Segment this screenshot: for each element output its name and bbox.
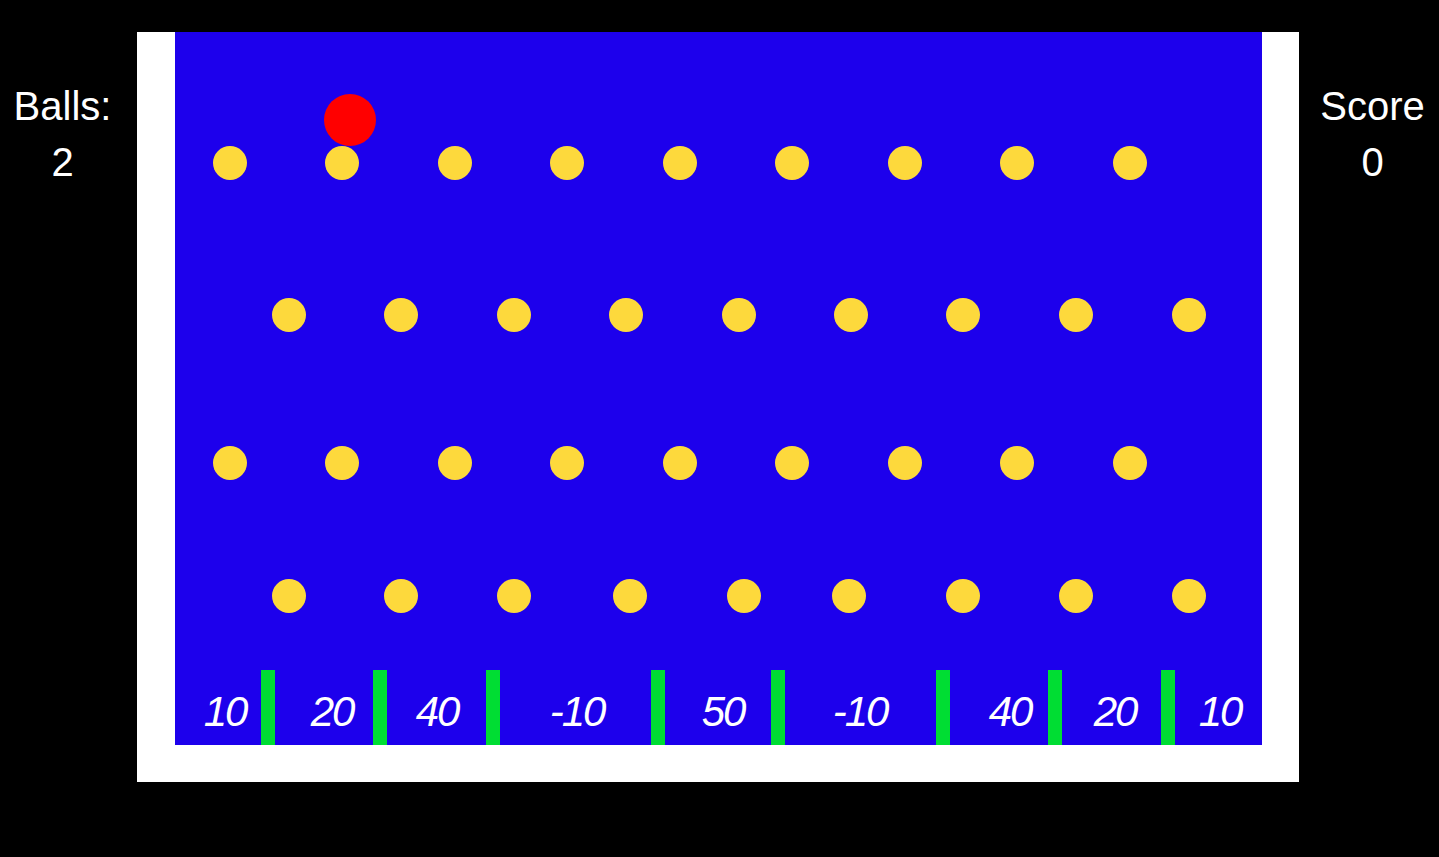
- peg: [438, 146, 472, 180]
- peg: [888, 446, 922, 480]
- peg: [272, 579, 306, 613]
- peg: [550, 146, 584, 180]
- peg: [1172, 579, 1206, 613]
- peg: [775, 446, 809, 480]
- peg: [438, 446, 472, 480]
- peg: [946, 298, 980, 332]
- score-value: 0: [1361, 134, 1383, 190]
- peg: [325, 146, 359, 180]
- peg: [325, 446, 359, 480]
- peg: [497, 579, 531, 613]
- peg: [946, 579, 980, 613]
- slot-label: 50: [673, 687, 773, 737]
- peg: [1113, 146, 1147, 180]
- slot-divider: [936, 670, 950, 745]
- slot-divider: [261, 670, 275, 745]
- slot-divider: [486, 670, 500, 745]
- slot-label: -10: [527, 687, 627, 737]
- peg: [832, 579, 866, 613]
- peg: [550, 446, 584, 480]
- slot-label: 40: [387, 687, 487, 737]
- peg: [1000, 446, 1034, 480]
- slot-label: 40: [960, 687, 1060, 737]
- peg: [213, 146, 247, 180]
- peg: [272, 298, 306, 332]
- slot-divider: [1161, 670, 1175, 745]
- slot-divider: [373, 670, 387, 745]
- balls-panel: Balls: 2: [0, 78, 125, 190]
- slot-divider: [771, 670, 785, 745]
- peg: [663, 146, 697, 180]
- peg: [384, 579, 418, 613]
- score-panel: Score 0: [1310, 78, 1435, 190]
- peg: [775, 146, 809, 180]
- peg: [1172, 298, 1206, 332]
- peg: [722, 298, 756, 332]
- peg: [613, 579, 647, 613]
- slot-divider: [1048, 670, 1062, 745]
- balls-value: 2: [51, 134, 73, 190]
- board-frame: 102040-1050-10402010: [137, 32, 1299, 782]
- peg: [384, 298, 418, 332]
- slot-divider: [651, 670, 665, 745]
- ball[interactable]: [324, 94, 376, 146]
- game-board[interactable]: 102040-1050-10402010: [175, 32, 1262, 745]
- slot-label: 20: [282, 687, 382, 737]
- balls-label: Balls:: [14, 78, 112, 134]
- peg: [888, 146, 922, 180]
- peg: [213, 446, 247, 480]
- slot-label: 10: [1170, 687, 1262, 737]
- peg: [834, 298, 868, 332]
- peg: [1059, 298, 1093, 332]
- slot-label: -10: [810, 687, 910, 737]
- slot-label: 20: [1065, 687, 1165, 737]
- peg: [1000, 146, 1034, 180]
- peg: [497, 298, 531, 332]
- peg: [727, 579, 761, 613]
- peg: [663, 446, 697, 480]
- slot-label: 10: [175, 687, 275, 737]
- score-label: Score: [1320, 78, 1425, 134]
- peg: [1059, 579, 1093, 613]
- peg: [609, 298, 643, 332]
- peg: [1113, 446, 1147, 480]
